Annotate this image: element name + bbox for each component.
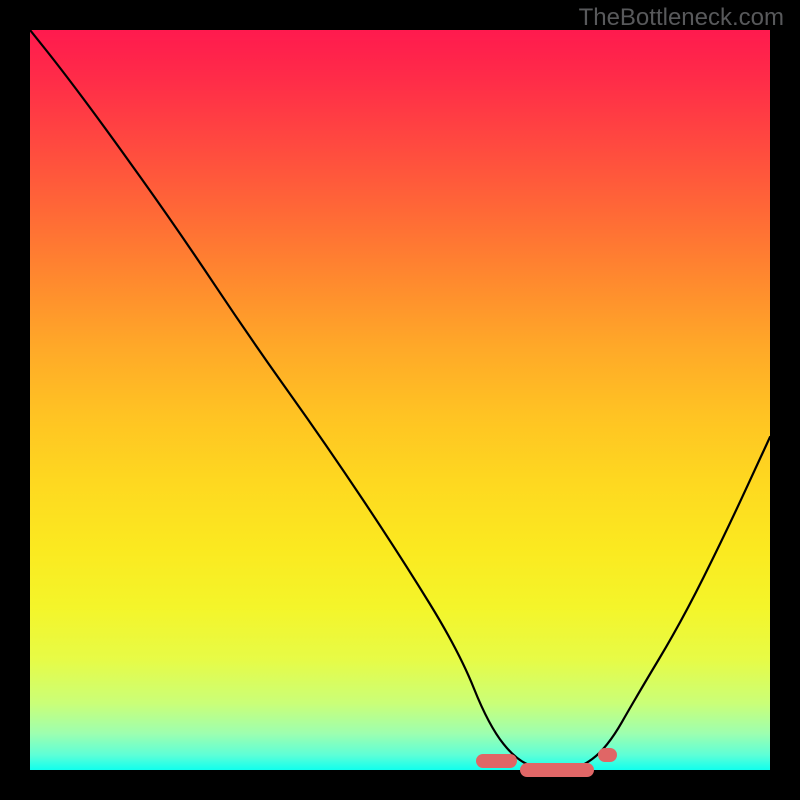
- plot-area: [30, 30, 770, 770]
- watermark-text: TheBottleneck.com: [579, 4, 784, 32]
- chart-container: TheBottleneck.com: [0, 0, 800, 800]
- heat-gradient-background: [30, 30, 770, 770]
